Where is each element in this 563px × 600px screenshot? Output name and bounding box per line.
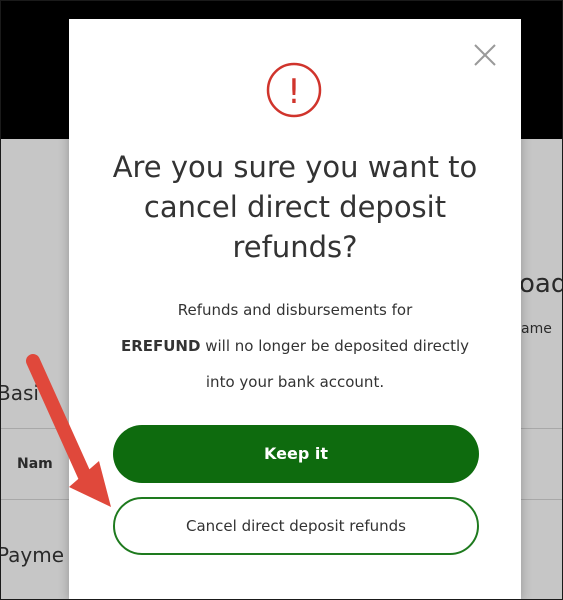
background-title-fragment: p — [369, 1, 385, 12]
background-row-divider — [521, 499, 562, 500]
dialog-message-prefix: Refunds and disbursements for — [177, 301, 413, 319]
cancel-direct-deposit-button[interactable]: Cancel direct deposit refunds — [113, 497, 479, 555]
dialog-message-suffix: will no longer be deposited directly int… — [205, 337, 470, 391]
dialog-message: Refunds and disbursements for EREFUND wi… — [109, 292, 481, 400]
background-subtext-fragment: ame — [521, 321, 552, 337]
account-name: EREFUND — [120, 337, 201, 355]
background-row-fragment: Payme — [0, 543, 65, 567]
background-row-divider — [521, 428, 562, 429]
alert-circle-icon: ! — [265, 61, 323, 119]
keep-it-button[interactable]: Keep it — [113, 425, 479, 483]
background-column-header-fragment: Nam — [17, 456, 53, 472]
background-row-divider — [1, 499, 69, 500]
dialog-title: Are you sure you want to cancel direct d… — [112, 150, 478, 264]
alert-glyph: ! — [287, 72, 301, 112]
page-frame: p oad ame Basi Nam Payme ! Are you sure … — [0, 0, 563, 600]
confirm-dialog: ! Are you sure you want to cancel direct… — [69, 19, 521, 599]
background-row-divider — [1, 428, 69, 429]
close-icon[interactable] — [470, 40, 500, 70]
background-section-fragment: Basi — [0, 381, 39, 405]
background-heading-fragment: oad — [519, 269, 563, 299]
